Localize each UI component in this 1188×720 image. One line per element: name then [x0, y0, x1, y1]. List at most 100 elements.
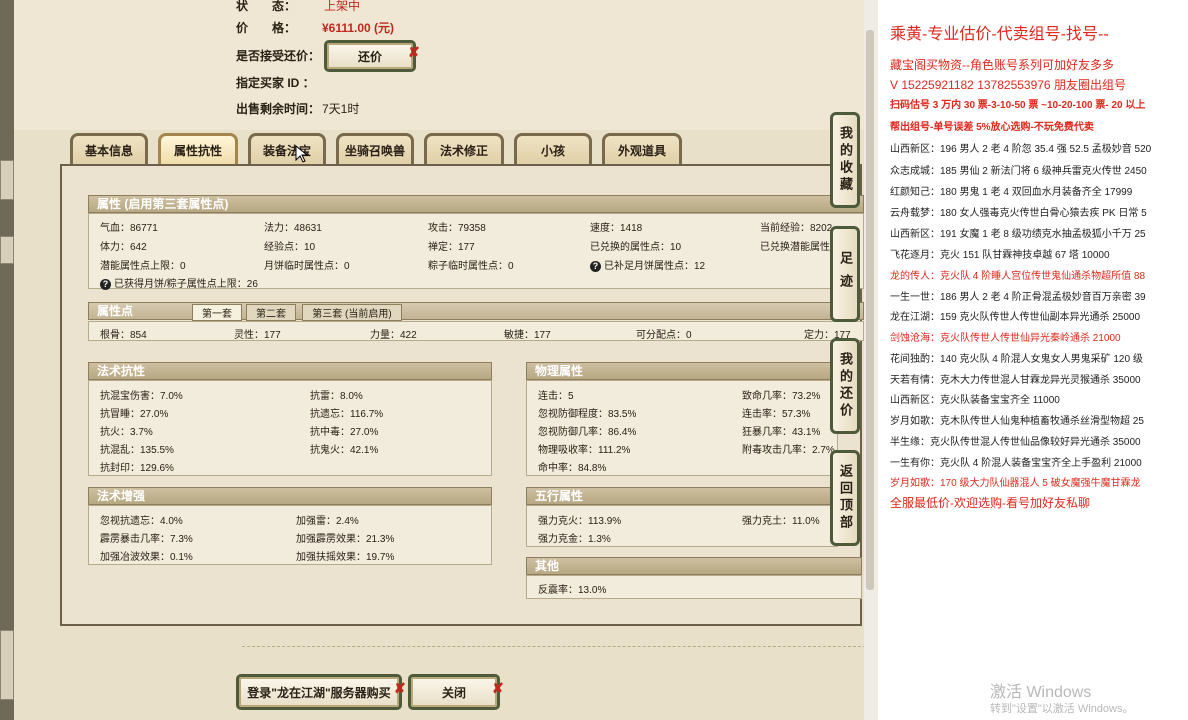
phys-cell: 忽视防御几率：86.4%: [538, 427, 637, 438]
help-icon[interactable]: ?: [590, 261, 601, 272]
doc-line: 全服最低价-欢迎选购-看号加好友私聊: [890, 496, 1090, 510]
attr-exchanged-potential: 已兑换潜能属性: [760, 242, 830, 253]
phys-cell: 狂暴几率：43.1%: [742, 427, 821, 438]
left-window-fragment: [0, 236, 14, 264]
phys-cell: 连击：5: [538, 391, 574, 402]
doc-line: 云舟载梦：180 女人强毒克火传世白骨心猿去疾 PK 日常 5: [890, 208, 1147, 219]
doc-line: 龙在江湖：159 克火队传世人传世仙副本异光通杀 25000: [890, 312, 1141, 323]
physical-header: 物理属性: [526, 362, 838, 380]
doc-line: 飞花逐月：克火 151 队甘霖神技卓越 67 塔 10000: [890, 250, 1110, 261]
boost-cell: 加强雷：2.4%: [296, 516, 359, 527]
tab-basic-info[interactable]: 基本信息: [70, 133, 148, 165]
help-icon[interactable]: ?: [100, 279, 111, 290]
res-cell: 抗冒睡：27.0%: [100, 409, 169, 420]
phys-cell: 连击率：57.3%: [742, 409, 811, 420]
scrollbar-thumb[interactable]: [866, 30, 874, 590]
element-cell: 强力克土：11.0%: [742, 516, 820, 527]
spell-resistance-header: 法术抗性: [88, 362, 492, 380]
doc-line: 山西新区：196 男人 2 老 4 阶忽 35.4 强 52.5 孟极妙音 52…: [890, 144, 1152, 155]
attr-mooncake-filled: ? 已补足月饼属性点：12: [590, 257, 705, 272]
other-cell: 反震率：13.0%: [538, 585, 607, 596]
counter-offer-close-icon[interactable]: ✘: [408, 44, 420, 61]
price-label: 价 格：: [236, 21, 297, 35]
point-constitution: 根骨：854: [100, 330, 147, 341]
res-cell: 抗火：3.7%: [100, 427, 153, 438]
attributes-header: 属性 (启用第三套属性点): [88, 195, 864, 213]
point-agility: 敏捷：177: [504, 330, 551, 341]
counter-offer-label: 是否接受还价：: [236, 49, 321, 63]
attr-attack: 攻击：79358: [428, 223, 486, 234]
game-trade-panel: 状 态： 上架中 价 格： ¥6111.00 (元) 是否接受还价： 还价 ✘ …: [14, 0, 876, 720]
other-header: 其他: [526, 557, 862, 575]
attr-exp: 当前经验：8202: [760, 223, 833, 234]
tab-mounts-summons[interactable]: 坐骑召唤兽: [336, 133, 414, 165]
left-window-fragment: [0, 630, 14, 700]
boost-cell: 加强冶波效果：0.1%: [100, 552, 193, 563]
res-cell: 抗中毒：27.0%: [310, 427, 379, 438]
doc-line: 帮出组号-单号误差 5%放心选购-不玩免费代卖: [890, 122, 1094, 133]
my-favorites-button[interactable]: 我的收藏: [830, 112, 860, 208]
tab-equipment[interactable]: 装备法宝: [248, 133, 326, 165]
element-cell: 强力克金：1.3%: [538, 534, 611, 545]
tab-appearance-items[interactable]: 外观道具: [602, 133, 682, 165]
spell-boost-header: 法术增强: [88, 487, 492, 505]
res-cell: 抗封印：129.6%: [100, 463, 174, 474]
point-unassigned: 可分配点：0: [636, 330, 692, 341]
status-label: 状 态：: [236, 0, 297, 13]
phys-cell: 物理吸收率：111.2%: [538, 445, 631, 456]
subtab-set-1[interactable]: 第一套: [192, 304, 242, 321]
doc-line: 岁月如歌：170 级大力队仙器混人 5 破女魔强牛魔甘霖龙: [890, 478, 1141, 489]
attr-mooncake-temp: 月饼临时属性点：0: [264, 261, 350, 272]
element-cell: 强力克火：113.9%: [538, 516, 622, 527]
my-offers-label: 我的还价: [838, 352, 853, 420]
mouse-cursor-icon: [295, 144, 308, 163]
left-window-edge: [0, 0, 14, 720]
doc-line: 山西新区：克火队装备宝宝齐全 11000: [890, 395, 1060, 406]
doc-line: 藏宝阁买物资--角色账号系列可加好友多多: [890, 58, 1114, 72]
login-server-purchase-button[interactable]: 登录"龙在江湖"服务器购买: [236, 674, 402, 710]
my-favorites-label: 我的收藏: [838, 126, 853, 194]
phys-cell: 附毒攻击几率：2.7%: [742, 445, 835, 456]
res-cell: 抗遗忘：116.7%: [310, 409, 384, 420]
remaining-time-label: 出售剩余时间：: [236, 102, 321, 116]
my-offers-button[interactable]: 我的还价: [830, 338, 860, 434]
close-button[interactable]: 关闭: [408, 674, 500, 710]
subtab-set-3[interactable]: 第三套 (当前启用): [302, 304, 402, 321]
five-elements-header: 五行属性: [526, 487, 838, 505]
buyer-id-label: 指定买家 ID ：: [236, 76, 315, 90]
windows-activation-subtitle: 转到"设置"以激活 Windows。: [990, 703, 1134, 715]
attr-potential-limit: 潜能属性点上限：0: [100, 261, 186, 272]
attr-mp: 法力：48631: [264, 223, 322, 234]
doc-line: 红颜知己：180 男鬼 1 老 4 双回血水月装备齐全 17999: [890, 187, 1133, 198]
close-x-icon[interactable]: ✘: [492, 680, 504, 697]
attr-stamina: 体力：642: [100, 242, 147, 253]
phys-cell: 忽视防御程度：83.5%: [538, 409, 637, 420]
counter-offer-button[interactable]: 还价: [324, 40, 416, 72]
doc-line: V 15225921182 13782553976 朋友圈出组号: [890, 78, 1126, 92]
doc-line: 一生一世：186 男人 2 老 4 阶正骨混孟极妙音百万亲密 39: [890, 292, 1146, 303]
doc-line: 花间独酌：140 克火队 4 阶混人女鬼女人男鬼采矿 120 级: [890, 354, 1143, 365]
tab-attributes-resistance[interactable]: 属性抗性: [158, 133, 238, 165]
doc-line: 龙的传人：克火队 4 阶睡人宫位传世鬼仙通杀物超所值 88: [890, 271, 1146, 282]
doc-line: 天若有情：克木大力传世混人甘霖龙异光灵猴通杀 35000: [890, 375, 1141, 386]
footprint-button[interactable]: 足迹: [830, 226, 860, 322]
tab-child[interactable]: 小孩: [514, 133, 592, 165]
tab-spell-correction[interactable]: 法术修正: [424, 133, 504, 165]
boost-cell: 加强扶摇效果：19.7%: [296, 552, 395, 563]
login-close-icon[interactable]: ✘: [394, 680, 406, 697]
boost-cell: 加强霹雳效果：21.3%: [296, 534, 395, 545]
doc-title: 乘黄-专业估价-代卖组号-找号--: [890, 26, 1109, 43]
boost-cell: 霹雳暴击几率：7.3%: [100, 534, 193, 545]
boost-cell: 忽视抗遗忘：4.0%: [100, 516, 183, 527]
attribute-points-box: [88, 321, 864, 341]
attr-meditation: 禅定：177: [428, 242, 475, 253]
phys-cell: 致命几率：73.2%: [742, 391, 821, 402]
listing-summary: [14, 0, 876, 130]
back-to-top-button[interactable]: 返回顶部: [830, 450, 860, 546]
price-value: ¥6111.00 (元): [322, 21, 395, 35]
windows-activation-title: 激活 Windows: [990, 684, 1092, 701]
attr-speed: 速度：1418: [590, 223, 643, 234]
attr-mooncake-limit: ? 已获得月饼/粽子属性点上限：26: [100, 275, 258, 290]
res-cell: 抗混宝伤害：7.0%: [100, 391, 183, 402]
subtab-set-2[interactable]: 第二套: [246, 304, 296, 321]
